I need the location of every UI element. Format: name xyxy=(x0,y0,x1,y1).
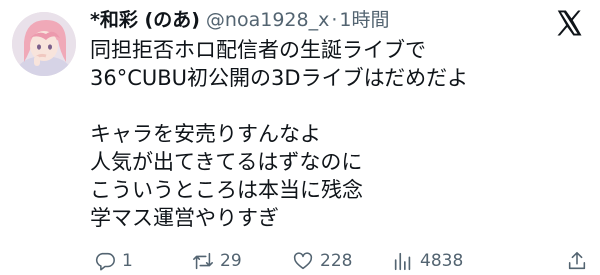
tweet-text: 同担拒否ホロ配信者の生誕ライブで 36°CUBU初公開の3Dライブはだめだよ キ… xyxy=(90,36,468,232)
like-count: 228 xyxy=(320,251,353,271)
tweet-text-line: 学マス運営やりすぎ xyxy=(90,206,279,230)
tweet-card: *和彩 (のあ) @noa1928_x · 1時間 同担拒否ホロ配信者の生誕ライ… xyxy=(0,0,600,275)
tweet-text-line xyxy=(90,92,468,120)
like-button[interactable]: 228 xyxy=(292,246,352,275)
timestamp[interactable]: 1時間 xyxy=(339,6,389,34)
retweet-button[interactable]: 29 xyxy=(192,246,242,275)
reply-button[interactable]: 1 xyxy=(94,246,133,275)
x-logo-icon[interactable] xyxy=(554,8,584,38)
view-count: 4838 xyxy=(420,251,464,271)
reply-count: 1 xyxy=(122,251,133,271)
views-icon xyxy=(394,252,411,271)
tweet-text-line: 人気が出てきてるはずなのに xyxy=(90,150,363,174)
tweet-header: *和彩 (のあ) @noa1928_x · 1時間 xyxy=(90,6,389,34)
reply-icon xyxy=(95,252,115,271)
action-bar: 1 29 228 4838 xyxy=(94,246,594,275)
avatar-illustration xyxy=(12,12,76,76)
tweet-text-line: こういうところは本当に残念 xyxy=(90,178,363,202)
avatar[interactable] xyxy=(12,12,76,76)
separator-dot: · xyxy=(331,9,338,31)
heart-icon xyxy=(293,252,313,270)
tweet-text-line: キャラを安売りすんなよ xyxy=(90,122,321,146)
share-button[interactable] xyxy=(566,250,588,275)
tweet-text-line: 同担拒否ホロ配信者の生誕ライブで xyxy=(90,38,426,62)
display-name[interactable]: *和彩 (のあ) xyxy=(90,6,200,34)
retweet-icon xyxy=(193,252,213,270)
views-button[interactable]: 4838 xyxy=(392,246,463,275)
retweet-count: 29 xyxy=(220,251,242,271)
tweet-text-line: 36°CUBU初公開の3Dライブはだめだよ xyxy=(90,66,469,90)
user-handle[interactable]: @noa1928_x xyxy=(206,6,329,34)
share-icon xyxy=(568,251,586,270)
